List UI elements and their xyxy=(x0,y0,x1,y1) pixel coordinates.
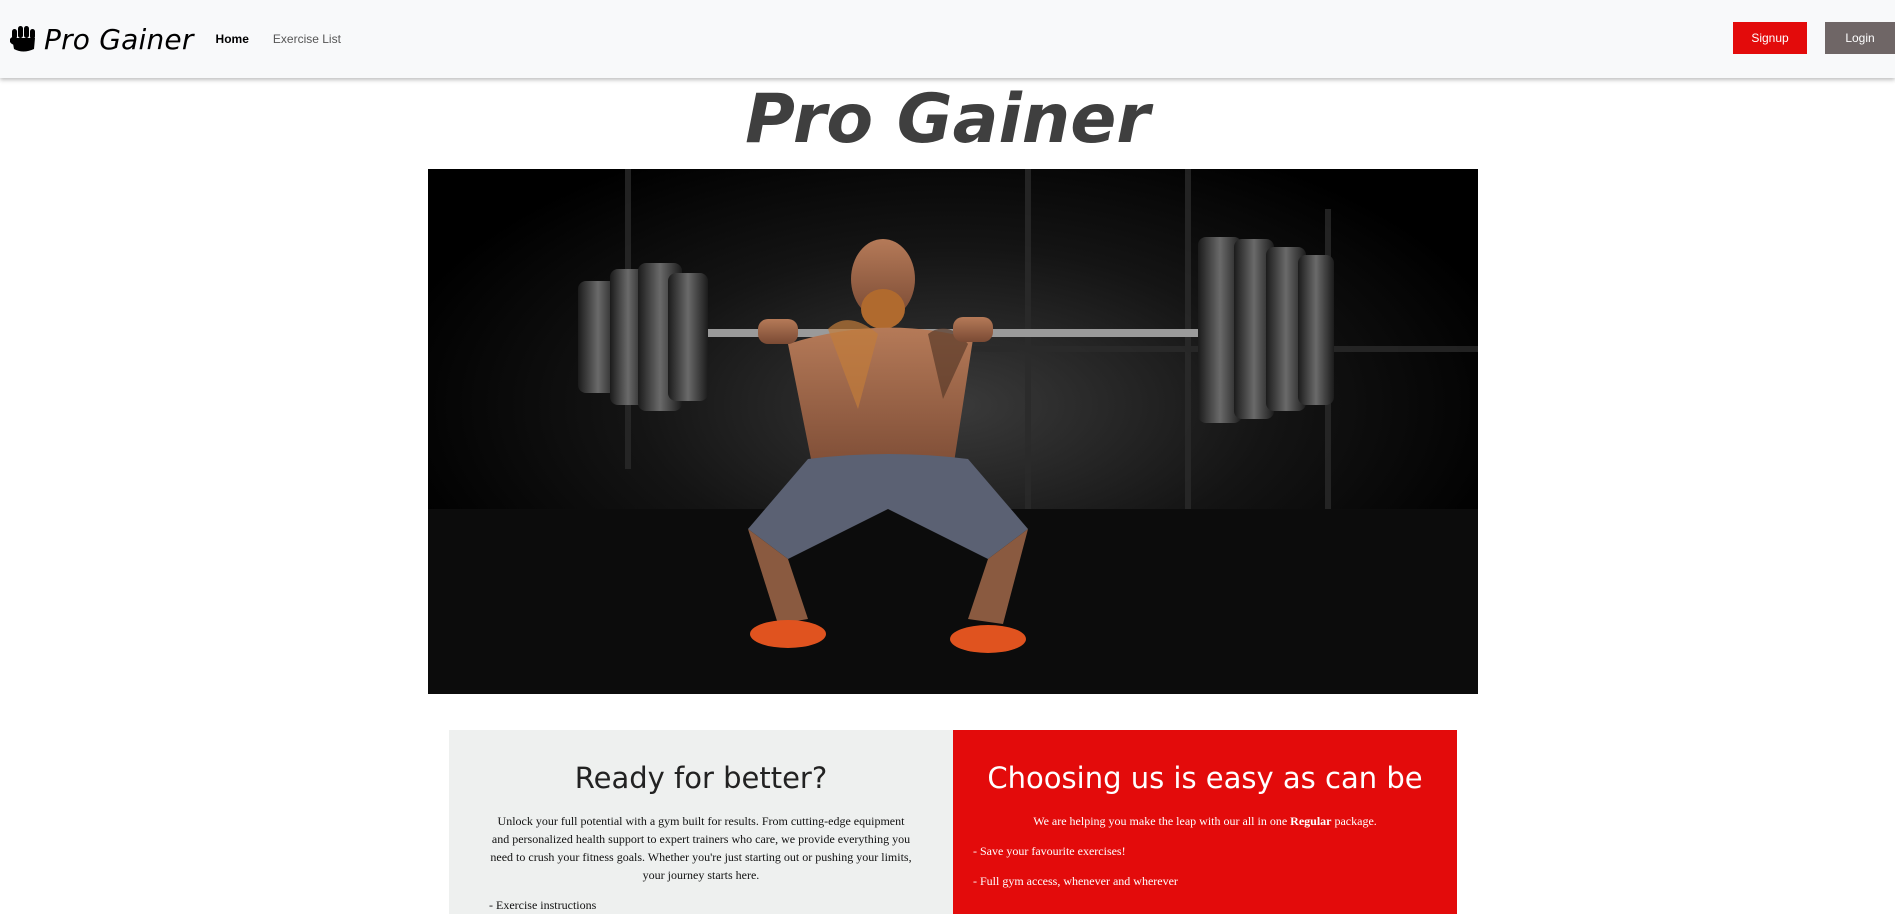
hero-title: Pro Gainer xyxy=(745,80,1150,159)
navbar: Pro Gainer Home Exercise List Signup Log… xyxy=(0,0,1895,78)
benefits-list: - Save your favourite exercises! - Full … xyxy=(973,842,1457,890)
list-item: - Save your favourite exercises! xyxy=(973,844,1126,858)
nav-exercise-list-link[interactable]: Exercise List xyxy=(273,32,341,46)
choosing-heading: Choosing us is easy as can be xyxy=(987,761,1423,795)
signup-button[interactable]: Signup xyxy=(1733,22,1807,54)
ready-heading: Ready for better? xyxy=(574,761,828,795)
list-item: - Full gym access, whenever and wherever xyxy=(973,874,1178,888)
list-item: - Exercise instructions xyxy=(489,898,597,912)
fist-icon xyxy=(10,23,36,55)
package-name: Regular xyxy=(1290,814,1332,828)
brand-name: Pro Gainer xyxy=(44,22,194,56)
brand-link[interactable]: Pro Gainer xyxy=(10,23,194,56)
ready-panel: Ready for better? Unlock your full poten… xyxy=(449,730,953,914)
hero-image xyxy=(428,169,1478,694)
choosing-text-end: package. xyxy=(1331,814,1377,828)
choosing-text: We are helping you make the leap with ou… xyxy=(993,812,1417,830)
choosing-panel: Choosing us is easy as can be We are hel… xyxy=(953,730,1457,914)
choosing-text-start: We are helping you make the leap with ou… xyxy=(1033,814,1291,828)
ready-list: - Exercise instructions xyxy=(489,896,953,914)
nav-links: Home Exercise List xyxy=(216,32,365,46)
auth-buttons: Signup Login xyxy=(1733,22,1895,54)
nav-home-link[interactable]: Home xyxy=(216,32,249,46)
ready-text: Unlock your full potential with a gym bu… xyxy=(490,814,912,882)
login-button[interactable]: Login xyxy=(1825,22,1895,54)
